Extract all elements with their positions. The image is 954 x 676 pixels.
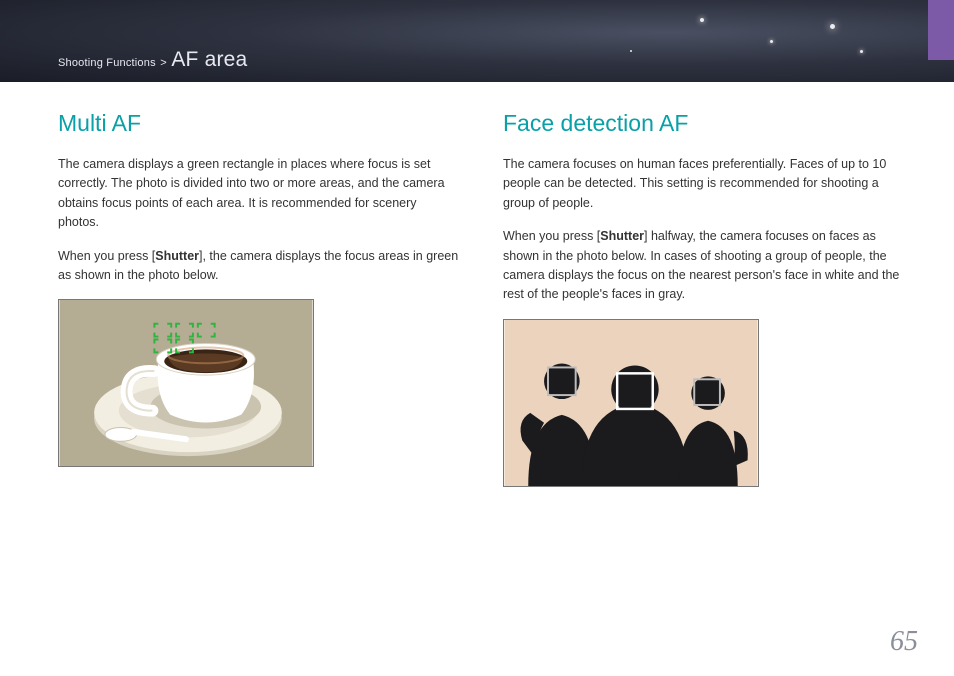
right-column: Face detection AF The camera focuses on …: [503, 110, 904, 487]
multi-af-figure: [58, 299, 314, 467]
breadcrumb-title: AF area: [171, 48, 247, 71]
breadcrumb-section: Shooting Functions: [58, 57, 156, 69]
multi-af-shutter-note: When you press [Shutter], the camera dis…: [58, 247, 459, 286]
content-area: Multi AF The camera displays a green rec…: [0, 82, 954, 487]
side-tab: [928, 0, 954, 60]
face-detection-description: The camera focuses on human faces prefer…: [503, 155, 904, 213]
page-number: 65: [890, 626, 918, 658]
face-detection-heading: Face detection AF: [503, 110, 904, 137]
page-header: Shooting Functions > AF area: [0, 0, 954, 82]
face-detection-shutter-note: When you press [Shutter] halfway, the ca…: [503, 227, 904, 305]
face-detection-figure: [503, 319, 759, 487]
left-column: Multi AF The camera displays a green rec…: [58, 110, 459, 487]
multi-af-heading: Multi AF: [58, 110, 459, 137]
breadcrumb: Shooting Functions > AF area: [58, 48, 247, 72]
breadcrumb-separator: >: [160, 57, 167, 69]
multi-af-description: The camera displays a green rectangle in…: [58, 155, 459, 233]
